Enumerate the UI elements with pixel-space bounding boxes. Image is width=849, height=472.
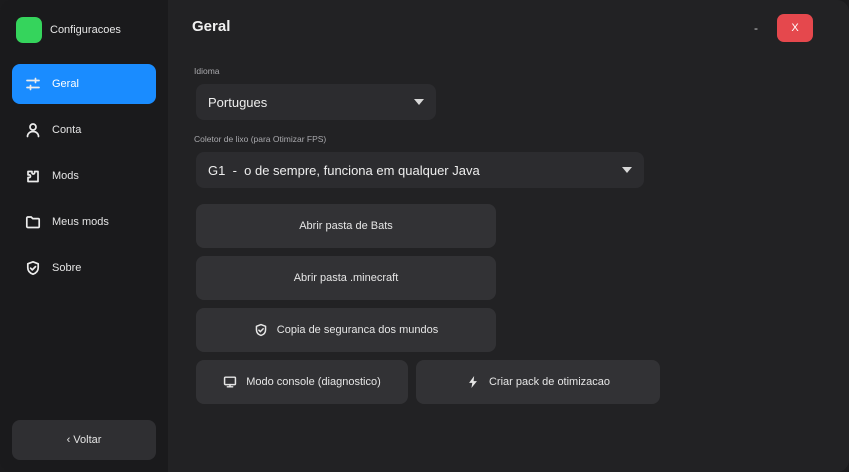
sidebar-item-meus-mods[interactable]: Meus mods — [12, 202, 156, 242]
lightning-icon — [466, 375, 480, 389]
gc-label: Coletor de lixo (para Otimizar FPS) — [194, 134, 327, 144]
open-bats-folder-button[interactable]: Abrir pasta de Bats — [196, 204, 496, 248]
button-label: Criar pack de otimizacao — [488, 376, 611, 388]
minimize-button[interactable]: - — [748, 18, 764, 38]
settings-window: Configuracoes Geral Conta Mods Meus mods — [0, 0, 849, 472]
back-button[interactable]: ‹ Voltar — [12, 420, 156, 460]
sidebar: Configuracoes Geral Conta Mods Meus mods — [0, 0, 168, 472]
close-button[interactable]: X — [777, 14, 813, 42]
sidebar-item-sobre[interactable]: Sobre — [12, 248, 156, 288]
gc-select[interactable]: G1 - o de sempre, funciona em qualquer J… — [196, 152, 644, 188]
sidebar-item-label: Sobre — [52, 262, 82, 274]
button-label: Modo console (diagnostico) — [246, 376, 381, 388]
app-header: Configuracoes — [16, 17, 121, 43]
puzzle-icon — [24, 167, 42, 185]
button-label: Abrir pasta de Bats — [299, 220, 393, 232]
language-label: Idioma — [194, 66, 220, 76]
sidebar-item-label: Geral — [52, 78, 79, 90]
chevron-down-icon — [414, 99, 424, 105]
main-panel: Geral - X Idioma Portugues Coletor de li… — [168, 0, 849, 472]
app-title: Configuracoes — [50, 24, 121, 36]
button-label: Copia de seguranca dos mundos — [276, 324, 439, 336]
sidebar-item-geral[interactable]: Geral — [12, 64, 156, 104]
button-label: Abrir pasta .minecraft — [293, 272, 399, 284]
user-icon — [24, 121, 42, 139]
backup-worlds-button[interactable]: Copia de seguranca dos mundos — [196, 308, 496, 352]
sidebar-item-label: Meus mods — [52, 216, 109, 228]
shield-check-icon — [254, 323, 268, 337]
language-select[interactable]: Portugues — [196, 84, 436, 120]
sliders-icon — [24, 75, 42, 93]
open-minecraft-folder-button[interactable]: Abrir pasta .minecraft — [196, 256, 496, 300]
app-logo — [16, 17, 42, 43]
folder-icon — [24, 213, 42, 231]
sidebar-item-label: Mods — [52, 170, 79, 182]
sidebar-item-mods[interactable]: Mods — [12, 156, 156, 196]
gc-value: G1 - o de sempre, funciona em qualquer J… — [208, 162, 480, 178]
language-value: Portugues — [208, 94, 268, 110]
sidebar-item-label: Conta — [52, 124, 82, 136]
console-mode-button[interactable]: Modo console (diagnostico) — [196, 360, 408, 404]
sidebar-item-conta[interactable]: Conta — [12, 110, 156, 150]
create-optimization-pack-button[interactable]: Criar pack de otimizacao — [416, 360, 660, 404]
chevron-down-icon — [622, 167, 632, 173]
page-title: Geral — [192, 18, 231, 35]
shield-check-icon — [24, 259, 42, 277]
monitor-icon — [223, 375, 237, 389]
